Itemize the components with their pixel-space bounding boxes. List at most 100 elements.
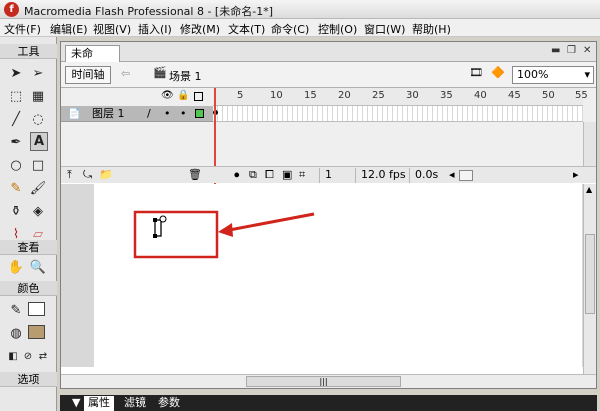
eye-icon[interactable]: 👁 xyxy=(161,90,174,101)
scroll-right-icon[interactable]: ▸ xyxy=(573,168,579,181)
ink-bottle-tool-icon[interactable]: ⚱ xyxy=(8,203,24,219)
free-transform-tool-icon[interactable]: ⬚ xyxy=(8,88,24,104)
options-header: 选项 xyxy=(0,372,57,387)
timeline-toggle-button[interactable]: 时间轴 xyxy=(65,66,111,84)
layer-name[interactable]: 图层 1 xyxy=(92,106,125,121)
timeline-panel: 👁 🔒 5 10 15 20 25 30 35 40 45 50 55 📄 图层… xyxy=(61,88,596,198)
toolbox-panel: 工具 ➤ ➢ ⬚ ▦ ╱ ◌ ✒ A ○ □ ✎ 🖌 ⚱ ◈ ⌇ ▱ 查看 ✋ … xyxy=(0,37,57,411)
insert-layer-icon[interactable]: ⤒ xyxy=(67,168,72,182)
modify-markers-icon[interactable]: ⌗ xyxy=(299,168,305,182)
edit-scene-icon[interactable]: 🎞 xyxy=(469,66,483,79)
brush-tool-icon[interactable]: 🖌 xyxy=(30,180,47,196)
tab-properties[interactable]: 属性 xyxy=(84,396,114,411)
frame-ruler: 5 10 15 20 25 30 35 40 45 50 55 xyxy=(213,88,588,106)
ruler-number: 25 xyxy=(372,90,385,101)
layer-color-swatch[interactable] xyxy=(195,109,204,118)
collapse-arrow-icon[interactable]: ▼ xyxy=(72,396,80,409)
handle xyxy=(153,218,157,222)
menu-window[interactable]: 窗口(W) xyxy=(364,21,405,37)
rectangle-tool-icon[interactable]: □ xyxy=(30,157,46,173)
scroll-up-icon[interactable]: ▲ xyxy=(586,185,592,194)
text-tool-icon[interactable]: A xyxy=(30,132,48,151)
paint-bucket-tool-icon[interactable]: ◈ xyxy=(30,203,46,219)
fill-color-swatch[interactable] xyxy=(28,325,45,339)
menu-text[interactable]: 文本(T) xyxy=(228,21,265,37)
fill-color-icon[interactable]: ◍ xyxy=(8,325,24,341)
delete-layer-icon[interactable]: 🗑 xyxy=(188,168,202,181)
pointer-arrow xyxy=(223,212,315,233)
subselection-tool-icon[interactable]: ➢ xyxy=(30,65,46,81)
highlight-box xyxy=(133,210,219,259)
annotation-layer xyxy=(133,210,315,259)
stage-area xyxy=(61,184,596,367)
menu-view[interactable]: 视图(V) xyxy=(93,21,131,37)
stage-hscrollbar[interactable]: ||| xyxy=(61,374,596,388)
swap-colors-icon[interactable]: ⇄ xyxy=(35,348,51,364)
ruler-number: 40 xyxy=(474,90,487,101)
elapsed-time: 0.0s xyxy=(409,168,447,183)
timeline-hscroll-thumb[interactable] xyxy=(459,170,473,181)
zoom-tool-icon[interactable]: 🔍 xyxy=(30,259,46,275)
oval-tool-icon[interactable]: ○ xyxy=(8,157,24,173)
stage-canvas[interactable] xyxy=(94,184,582,367)
stroke-color-swatch[interactable] xyxy=(28,302,45,316)
view-header: 查看 xyxy=(0,240,57,255)
ruler-number: 15 xyxy=(304,90,317,101)
pencil-tool-icon[interactable]: ✎ xyxy=(8,180,24,196)
stage-vscrollbar[interactable]: ▲ xyxy=(583,184,596,374)
onion-skin-icon[interactable]: ⧉ xyxy=(249,168,257,182)
menu-control[interactable]: 控制(O) xyxy=(318,21,357,37)
pen-tool-icon[interactable]: ✒ xyxy=(8,134,24,150)
no-color-icon[interactable]: ⊘ xyxy=(20,348,36,364)
lock-dot[interactable]: • xyxy=(180,106,187,121)
zoom-select[interactable]: 100% ▾ xyxy=(512,66,594,84)
back-arrow-icon[interactable]: ⇦ xyxy=(121,67,130,80)
tab-parameters[interactable]: 参数 xyxy=(154,396,184,411)
onion-outline-icon[interactable]: ⧠ xyxy=(265,168,274,182)
black-white-icon[interactable]: ◧ xyxy=(5,348,21,364)
menu-file[interactable]: 文件(F) xyxy=(4,21,41,37)
lock-icon[interactable]: 🔒 xyxy=(177,90,189,101)
ruler-number: 55 xyxy=(575,90,588,101)
layer-row[interactable]: 📄 图层 1 / • • xyxy=(61,106,213,122)
menu-command[interactable]: 命令(C) xyxy=(271,21,309,37)
menu-modify[interactable]: 修改(M) xyxy=(180,21,220,37)
minimize-icon[interactable]: ▬ xyxy=(551,45,560,56)
hscroll-thumb[interactable]: ||| xyxy=(246,376,401,387)
visibility-dot[interactable]: • xyxy=(164,106,171,121)
line-tool-icon[interactable]: ╱ xyxy=(8,111,24,127)
menu-insert[interactable]: 插入(I) xyxy=(138,21,172,37)
arrowhead-icon xyxy=(218,223,233,237)
tab-filters[interactable]: 滤镜 xyxy=(120,396,150,411)
document-tab-bar: 未命名-1* ▬ ❐ ✕ xyxy=(61,42,596,75)
outline-icon[interactable] xyxy=(194,92,203,101)
menu-help[interactable]: 帮助(H) xyxy=(412,21,451,37)
timeline-vscrollbar[interactable] xyxy=(583,122,596,166)
chevron-down-icon: ▾ xyxy=(584,68,590,81)
restore-icon[interactable]: ❐ xyxy=(567,45,576,56)
scene-label[interactable]: 场景 1 xyxy=(169,68,202,84)
insert-folder-icon[interactable]: 📁 xyxy=(99,168,113,181)
current-frame: 1 xyxy=(319,168,352,183)
stroke-color-icon[interactable]: ✎ xyxy=(8,302,24,318)
selection-tool-icon[interactable]: ➤ xyxy=(8,65,24,81)
vscroll-thumb[interactable] xyxy=(585,234,595,314)
fill-transform-tool-icon[interactable]: ▦ xyxy=(30,88,46,104)
edit-symbols-icon[interactable]: 🔶 xyxy=(491,66,505,79)
scroll-left-icon[interactable]: ◂ xyxy=(449,168,455,181)
color-header: 颜色 xyxy=(0,281,57,296)
center-frame-icon[interactable]: ⦁ xyxy=(234,168,240,182)
lasso-tool-icon[interactable]: ◌ xyxy=(30,111,46,127)
layer-icon: 📄 xyxy=(68,109,81,120)
edit-multiple-frames-icon[interactable]: ▣ xyxy=(282,168,292,181)
menu-edit[interactable]: 编辑(E) xyxy=(50,21,88,37)
add-guide-layer-icon[interactable]: ⤿ xyxy=(83,168,92,182)
close-icon[interactable]: ✕ xyxy=(583,45,591,56)
text-cursor-icon xyxy=(154,219,162,237)
frame-cells[interactable] xyxy=(213,106,583,122)
document-tab[interactable]: 未命名-1* xyxy=(65,45,120,75)
hand-tool-icon[interactable]: ✋ xyxy=(8,259,24,275)
frame-rate: 12.0 fps xyxy=(355,168,407,183)
ruler-number: 5 xyxy=(237,90,244,101)
window-title: Macromedia Flash Professional 8 - [未命名-1… xyxy=(24,5,273,18)
